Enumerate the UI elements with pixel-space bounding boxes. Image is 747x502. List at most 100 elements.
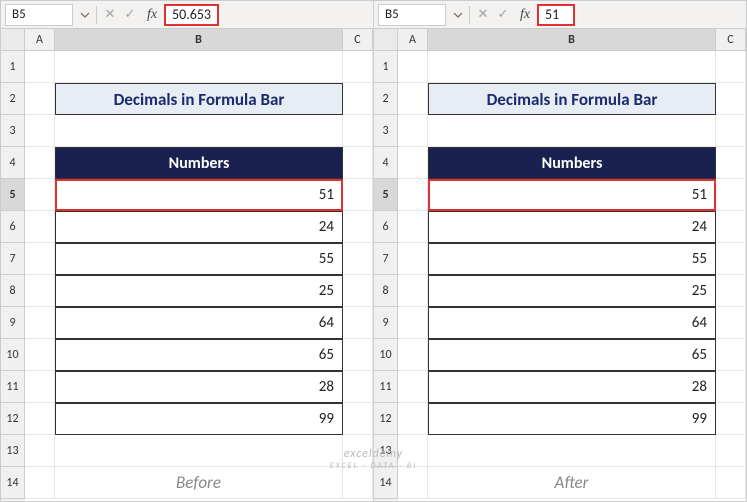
cell[interactable] [398, 307, 428, 339]
cell[interactable] [398, 243, 428, 275]
select-all-corner[interactable] [374, 29, 398, 51]
data-cell[interactable]: 55 [428, 243, 716, 275]
cell[interactable] [25, 339, 55, 371]
row-header[interactable]: 1 [1, 51, 25, 83]
cell[interactable] [398, 467, 428, 499]
row-header-selected[interactable]: 5 [1, 179, 25, 211]
cell[interactable] [716, 307, 746, 339]
cell[interactable] [25, 275, 55, 307]
row-header[interactable]: 7 [374, 243, 398, 275]
cell[interactable] [25, 115, 55, 147]
numbers-header-cell[interactable]: Numbers [428, 147, 716, 179]
cell[interactable] [398, 435, 428, 467]
cell[interactable] [343, 147, 373, 179]
cell[interactable] [25, 147, 55, 179]
row-header[interactable]: 8 [374, 275, 398, 307]
cell[interactable] [25, 51, 55, 83]
row-header[interactable]: 2 [1, 83, 25, 115]
selected-cell[interactable]: 51 [55, 179, 343, 211]
cancel-icon[interactable]: ✕ [100, 7, 120, 22]
cell[interactable] [716, 51, 746, 83]
cell[interactable] [716, 83, 746, 115]
formula-value-box[interactable]: 50.653 [164, 4, 219, 26]
cell[interactable] [55, 435, 343, 467]
cell[interactable] [343, 403, 373, 435]
cancel-icon[interactable]: ✕ [473, 7, 493, 22]
row-header[interactable]: 1 [374, 51, 398, 83]
name-box[interactable]: B5 [378, 4, 446, 26]
cell[interactable] [398, 83, 428, 115]
data-cell[interactable]: 99 [55, 403, 343, 435]
cell[interactable] [343, 307, 373, 339]
row-header[interactable]: 9 [1, 307, 25, 339]
cell[interactable] [398, 371, 428, 403]
row-header[interactable]: 11 [1, 371, 25, 403]
cell[interactable] [716, 243, 746, 275]
cell[interactable] [343, 83, 373, 115]
row-header[interactable]: 10 [374, 339, 398, 371]
row-header[interactable]: 4 [374, 147, 398, 179]
cell[interactable] [343, 339, 373, 371]
title-cell[interactable]: Decimals in Formula Bar [55, 83, 343, 115]
data-cell[interactable]: 99 [428, 403, 716, 435]
title-cell[interactable]: Decimals in Formula Bar [428, 83, 716, 115]
row-header[interactable]: 12 [374, 403, 398, 435]
row-header[interactable]: 14 [374, 467, 398, 499]
row-header[interactable]: 14 [1, 467, 25, 499]
cell[interactable] [343, 179, 373, 211]
data-cell[interactable]: 65 [55, 339, 343, 371]
cell[interactable] [716, 275, 746, 307]
cell[interactable] [716, 403, 746, 435]
row-header[interactable]: 4 [1, 147, 25, 179]
cell[interactable] [398, 211, 428, 243]
name-box-dropdown-icon[interactable] [450, 10, 466, 20]
cell[interactable] [55, 115, 343, 147]
col-header-c[interactable]: C [343, 29, 373, 51]
enter-icon[interactable]: ✓ [120, 7, 140, 22]
cell[interactable] [716, 147, 746, 179]
cell[interactable] [343, 115, 373, 147]
data-cell[interactable]: 64 [55, 307, 343, 339]
cell[interactable] [343, 435, 373, 467]
cell[interactable] [343, 51, 373, 83]
data-cell[interactable]: 24 [55, 211, 343, 243]
data-cell[interactable]: 55 [55, 243, 343, 275]
cell[interactable] [398, 51, 428, 83]
cell[interactable] [716, 371, 746, 403]
col-header-a[interactable]: A [398, 29, 428, 51]
cell[interactable] [716, 339, 746, 371]
row-header[interactable]: 11 [374, 371, 398, 403]
cell[interactable] [398, 179, 428, 211]
cell[interactable] [428, 435, 716, 467]
cell[interactable] [343, 275, 373, 307]
row-header[interactable]: 6 [1, 211, 25, 243]
cell[interactable] [343, 243, 373, 275]
cell[interactable] [428, 51, 716, 83]
cell[interactable] [343, 467, 373, 499]
row-header[interactable]: 3 [374, 115, 398, 147]
selected-cell[interactable]: 51 [428, 179, 716, 211]
cell[interactable] [398, 275, 428, 307]
cell[interactable] [343, 371, 373, 403]
col-header-c[interactable]: C [716, 29, 746, 51]
cell[interactable] [25, 83, 55, 115]
row-header[interactable]: 12 [1, 403, 25, 435]
row-header[interactable]: 8 [1, 275, 25, 307]
cell[interactable] [716, 467, 746, 499]
row-header[interactable]: 10 [1, 339, 25, 371]
cell[interactable] [428, 115, 716, 147]
data-cell[interactable]: 28 [428, 371, 716, 403]
select-all-corner[interactable] [1, 29, 25, 51]
cell[interactable] [716, 211, 746, 243]
row-header[interactable]: 3 [1, 115, 25, 147]
enter-icon[interactable]: ✓ [493, 7, 513, 22]
data-cell[interactable]: 28 [55, 371, 343, 403]
cell[interactable] [716, 115, 746, 147]
data-cell[interactable]: 24 [428, 211, 716, 243]
col-header-a[interactable]: A [25, 29, 55, 51]
cell[interactable] [25, 211, 55, 243]
cell[interactable] [716, 179, 746, 211]
formula-value-box[interactable]: 51 [537, 4, 575, 26]
cell[interactable] [25, 371, 55, 403]
cell[interactable] [25, 307, 55, 339]
